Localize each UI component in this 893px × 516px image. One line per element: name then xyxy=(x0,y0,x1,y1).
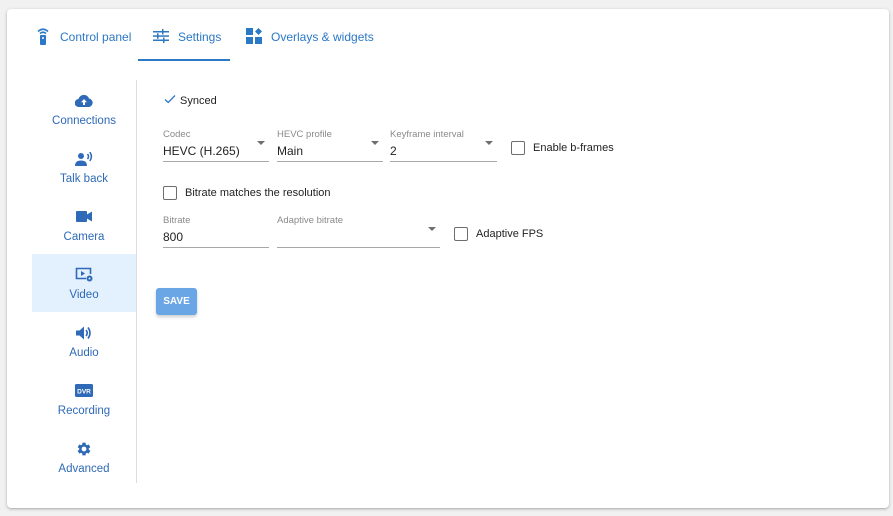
dropdown-arrow-icon xyxy=(371,141,379,145)
tab-label: Settings xyxy=(178,30,222,44)
sidebar-item-connections[interactable]: Connections xyxy=(32,80,136,138)
keyframe-interval-select[interactable]: Keyframe interval 2 xyxy=(390,129,497,162)
bitrate-input[interactable]: Bitrate 800 xyxy=(163,215,269,248)
sidebar-item-label: Talk back xyxy=(60,172,108,185)
hevc-profile-label: HEVC profile xyxy=(277,129,332,140)
sync-status-label: Synced xyxy=(180,94,217,107)
tab-overlays-widgets[interactable]: Overlays & widgets xyxy=(243,23,374,61)
videocam-icon xyxy=(75,208,93,226)
codec-label: Codec xyxy=(163,129,191,140)
svg-text:DVR: DVR xyxy=(77,388,91,395)
video-settings-icon xyxy=(75,266,93,284)
sidebar-item-label: Recording xyxy=(57,404,111,417)
sidebar-item-advanced[interactable]: Advanced xyxy=(32,428,136,486)
sidebar-item-camera[interactable]: Camera xyxy=(32,196,136,254)
talk-back-icon xyxy=(75,150,93,168)
keyframe-interval-label: Keyframe interval xyxy=(390,129,464,140)
sidebar-item-audio[interactable]: Audio xyxy=(32,312,136,370)
sidebar-item-video[interactable]: Video xyxy=(32,254,136,312)
sidebar-item-label: Advanced xyxy=(58,462,110,475)
dropdown-arrow-icon xyxy=(428,227,436,231)
gear-icon xyxy=(75,440,93,458)
tab-settings[interactable]: Settings xyxy=(138,23,230,61)
check-icon xyxy=(164,94,176,107)
remote-icon xyxy=(34,27,52,45)
adaptive-fps-checkbox[interactable]: Adaptive FPS xyxy=(454,227,543,241)
tab-control-panel[interactable]: Control panel xyxy=(28,23,131,61)
checkbox-box[interactable] xyxy=(454,227,468,241)
enable-bframes-label: Enable b-frames xyxy=(533,142,614,154)
bitrate-matches-resolution-checkbox[interactable]: Bitrate matches the resolution xyxy=(163,186,331,200)
sync-status: Synced xyxy=(164,94,217,107)
sidebar-item-label: Camera xyxy=(63,230,105,243)
keyframe-interval-value: 2 xyxy=(390,144,397,158)
hevc-profile-value: Main xyxy=(277,144,304,158)
tab-label: Overlays & widgets xyxy=(271,30,374,44)
codec-value: HEVC (H.265) xyxy=(163,144,240,158)
widgets-icon xyxy=(245,27,263,45)
sidebar-item-label: Video xyxy=(69,288,99,301)
sidebar-item-label: Connections xyxy=(52,114,116,127)
sidebar-item-talk-back[interactable]: Talk back xyxy=(32,138,136,196)
sidebar-item-label: Audio xyxy=(69,346,99,359)
dvr-icon: DVR xyxy=(75,382,93,400)
tab-label: Control panel xyxy=(60,30,132,44)
sidebar-divider xyxy=(136,80,137,483)
tune-icon xyxy=(152,27,170,45)
bitrate-matches-resolution-label: Bitrate matches the resolution xyxy=(185,187,331,199)
volume-icon xyxy=(75,324,93,342)
settings-card: Control panel Settings Overlays & widget… xyxy=(7,9,889,508)
adaptive-bitrate-label: Adaptive bitrate xyxy=(277,215,344,226)
adaptive-fps-label: Adaptive FPS xyxy=(476,228,544,240)
hevc-profile-select[interactable]: HEVC profile Main xyxy=(277,129,383,162)
dropdown-arrow-icon xyxy=(257,141,265,145)
checkbox-box[interactable] xyxy=(511,141,525,155)
codec-select[interactable]: Codec HEVC (H.265) xyxy=(163,129,269,162)
checkbox-box[interactable] xyxy=(163,186,177,200)
sidebar-item-recording[interactable]: DVR Recording xyxy=(32,370,136,428)
enable-bframes-checkbox[interactable]: Enable b-frames xyxy=(511,141,614,155)
top-tabs: Control panel Settings Overlays & widget… xyxy=(7,9,889,61)
bitrate-label: Bitrate xyxy=(163,215,191,226)
cloud-upload-icon xyxy=(75,92,93,110)
adaptive-bitrate-select[interactable]: Adaptive bitrate xyxy=(277,215,440,248)
save-button[interactable]: SAVE xyxy=(156,288,197,315)
dropdown-arrow-icon xyxy=(485,141,493,145)
bitrate-value: 800 xyxy=(163,230,184,244)
